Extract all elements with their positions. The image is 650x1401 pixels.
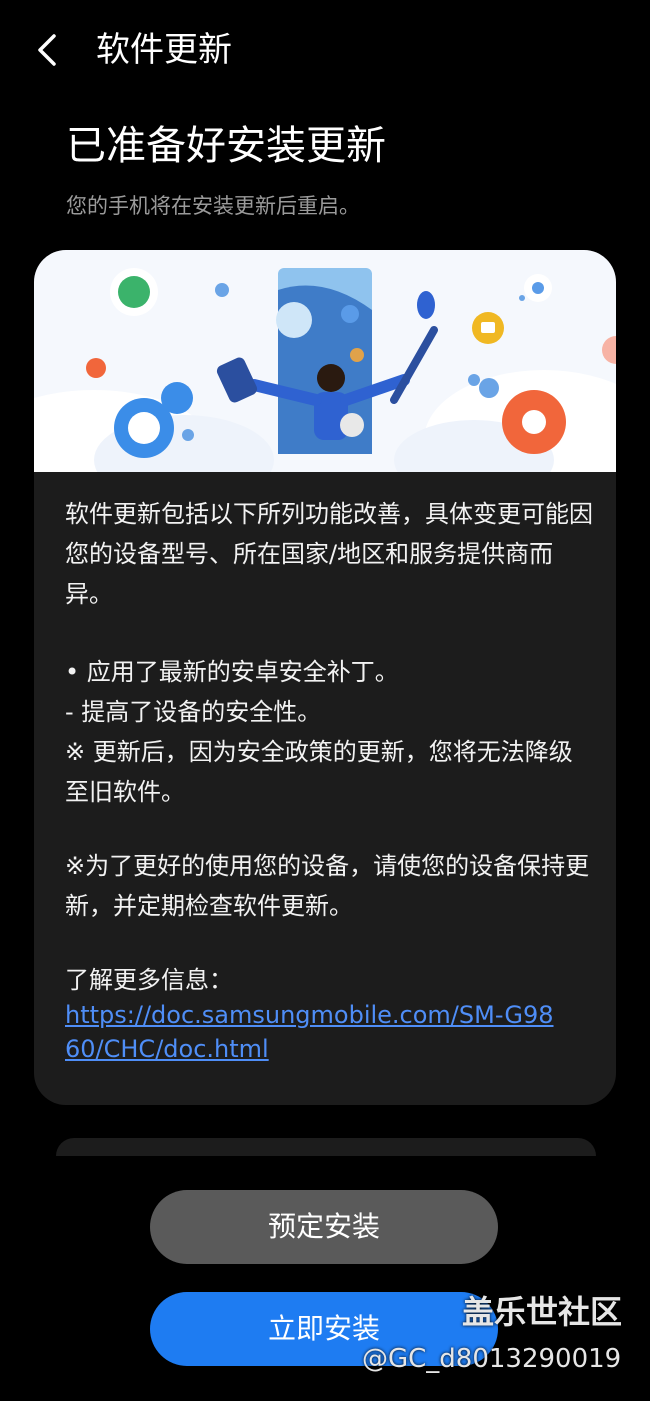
watermark-handle: @GC_d8013290019 [362,1344,622,1374]
back-button[interactable] [30,28,70,72]
chevron-left-icon [38,34,56,66]
bullet-security-improved: - 提高了设备的安全性。 [65,698,322,726]
more-info-label: 了解更多信息： [65,966,233,994]
note-no-downgrade: ※ 更新后，因为安全政策的更新，您将无法降级至旧软件。 [65,738,573,806]
app-bar-title: 软件更新 [96,30,232,70]
card-separator [56,1138,596,1156]
schedule-install-button[interactable]: 预定安装 [150,1190,498,1264]
page-title: 已准备好安装更新 [66,123,386,169]
update-info-card: 软件更新包括以下所列功能改善，具体变更可能因您的设备型号、所在国家/地区和服务提… [34,250,616,1105]
update-description: 软件更新包括以下所列功能改善，具体变更可能因您的设备型号、所在国家/地区和服务提… [65,500,593,608]
note-keep-updated: ※为了更好的使用您的设备，请使您的设备保持更新，并定期检查软件更新。 [65,852,590,920]
page-subtitle: 您的手机将在安装更新后重启。 [66,194,360,218]
app-bar: 软件更新 [0,0,650,100]
hero-illustration [34,250,616,472]
watermark-title: 盖乐世社区 [462,1293,623,1331]
bullet-security-patch: • 应用了最新的安卓安全补丁。 [65,658,399,686]
more-info-link[interactable]: https://doc.samsungmobile.com/SM-G9860/C… [65,998,565,1066]
